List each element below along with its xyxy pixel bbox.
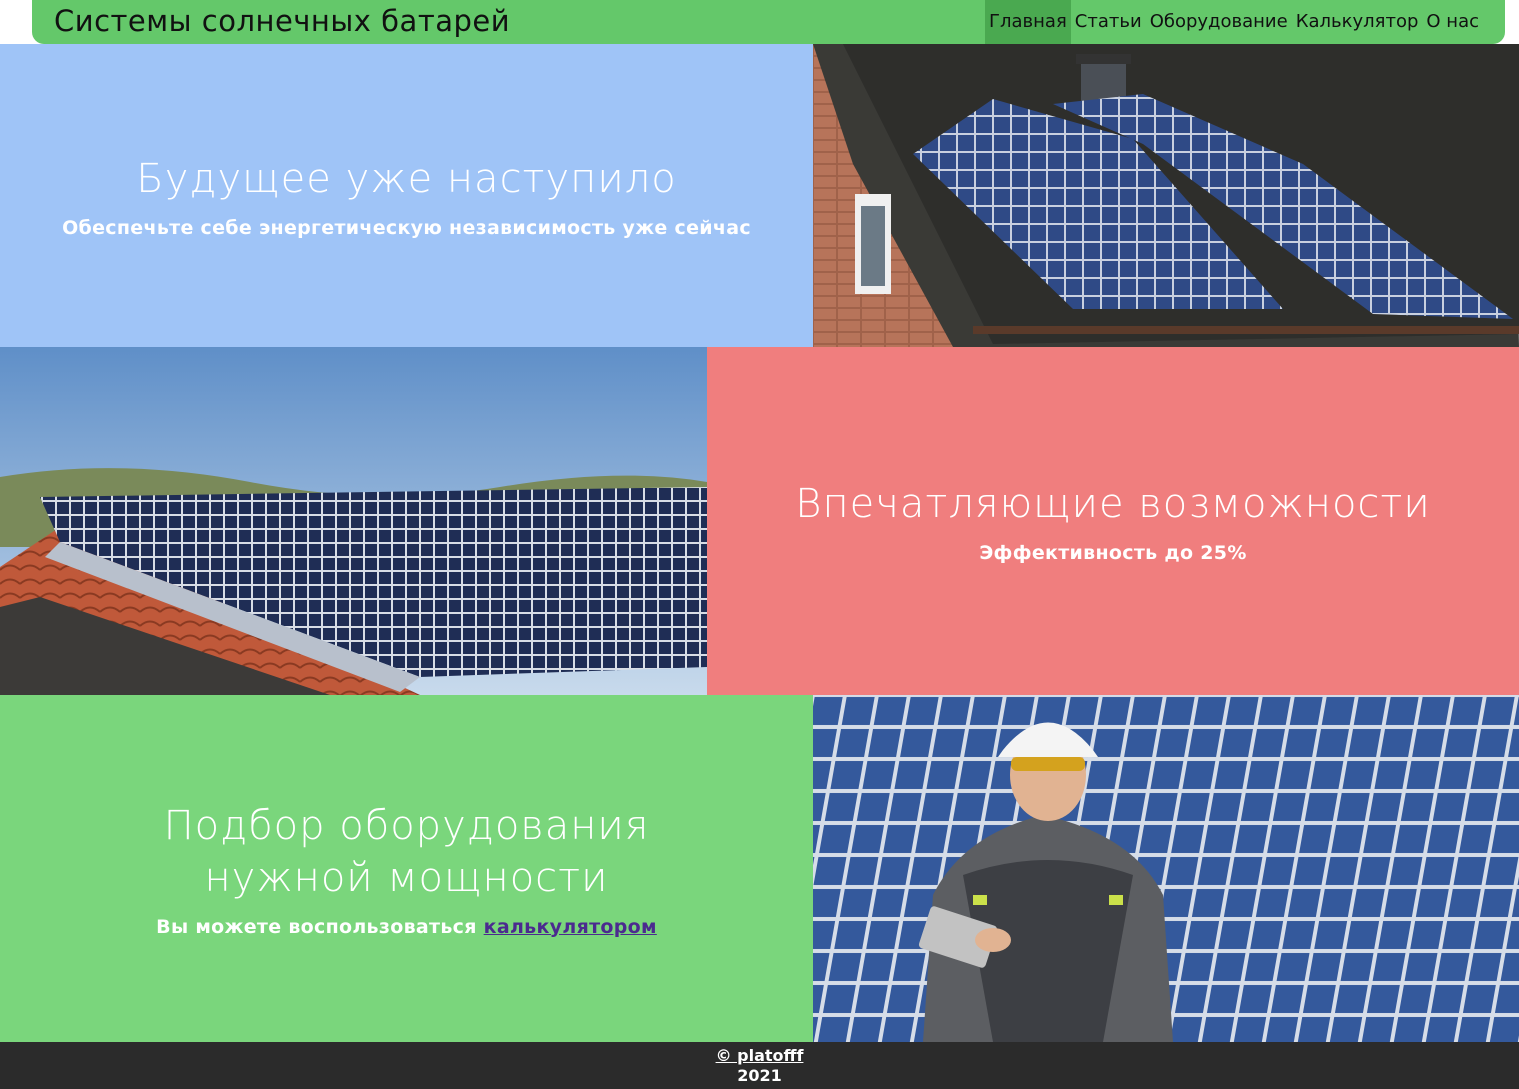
future-section: Будущее уже наступило Обеспечьте себе эн… bbox=[0, 44, 813, 347]
selection-subtitle-text: Вы можете воспользоваться bbox=[156, 915, 484, 938]
nav-home[interactable]: Главная bbox=[985, 0, 1071, 44]
nav-about[interactable]: О нас bbox=[1422, 0, 1483, 44]
copyright-link[interactable]: © platofff bbox=[0, 1046, 1519, 1066]
site-title: Системы солнечных батарей bbox=[54, 4, 511, 38]
future-subtitle: Обеспечьте себе энергетическую независим… bbox=[62, 216, 751, 239]
main-nav: Главная Статьи Оборудование Калькулятор … bbox=[985, 0, 1483, 44]
copyright-year: 2021 bbox=[737, 1066, 782, 1085]
selection-subtitle: Вы можете воспользоваться калькулятором bbox=[156, 916, 657, 938]
capabilities-subtitle: Эффективность до 25% bbox=[979, 542, 1247, 564]
future-heading: Будущее уже наступило bbox=[136, 155, 677, 202]
nav-equipment[interactable]: Оборудование bbox=[1146, 0, 1292, 44]
site-header: Системы солнечных батарей Главная Статьи… bbox=[32, 0, 1505, 44]
nav-calculator[interactable]: Калькулятор bbox=[1292, 0, 1423, 44]
engineer-with-tablet-photo bbox=[813, 695, 1519, 1042]
house-roof-solar-photo bbox=[813, 44, 1519, 347]
site-footer: © platofff 2021 bbox=[0, 1042, 1519, 1089]
selection-heading: Подбор оборудования нужной мощности bbox=[163, 802, 650, 901]
nav-articles[interactable]: Статьи bbox=[1071, 0, 1146, 44]
capabilities-section: Впечатляющие возможности Эффективность д… bbox=[707, 347, 1519, 695]
calculator-link[interactable]: калькулятором bbox=[484, 916, 657, 938]
tiled-roof-solar-array-photo bbox=[0, 347, 707, 695]
capabilities-heading: Впечатляющие возможности bbox=[795, 481, 1431, 527]
selection-section: Подбор оборудования нужной мощности Вы м… bbox=[0, 695, 813, 1042]
